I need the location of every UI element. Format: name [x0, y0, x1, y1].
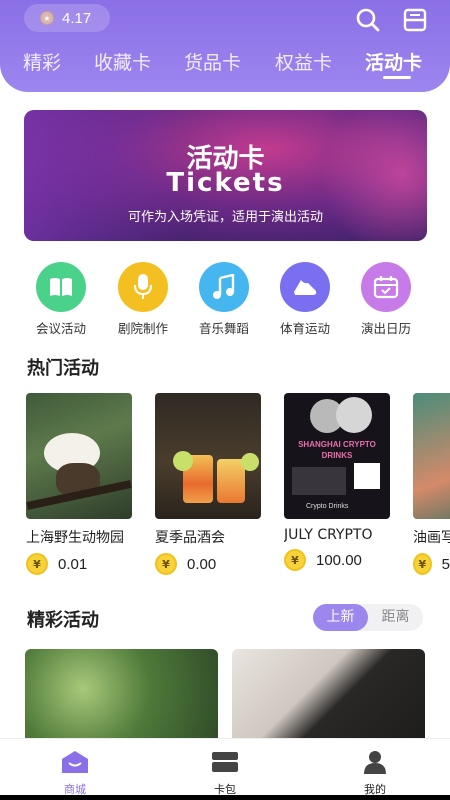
balance-pill[interactable]: ★ 4.17	[24, 4, 110, 32]
category-label: 体育运动	[279, 321, 330, 336]
category-meeting[interactable]: 会议活动	[26, 262, 96, 337]
category-sports[interactable]: 体育运动	[270, 262, 340, 337]
tab-featured[interactable]: 精彩	[23, 48, 61, 75]
star-coin-icon: ★	[40, 11, 54, 25]
sort-toggle: 上新 距离	[313, 604, 423, 631]
category-label: 会议活动	[35, 321, 86, 336]
featured-event-card[interactable]	[232, 649, 425, 749]
category-label: 演出日历	[360, 321, 411, 336]
tab-goods-cards[interactable]: 货品卡	[184, 48, 241, 75]
event-image-zoo	[26, 393, 132, 519]
hot-section-title: 热门活动	[27, 358, 99, 379]
book-icon	[36, 262, 86, 312]
hot-event-card[interactable]: 上海野生动物园 ¥ 0.01	[26, 393, 132, 575]
price-value: 100.00	[316, 551, 362, 569]
banner-subtitle: Tickets	[166, 168, 285, 198]
nav-profile[interactable]: 我的	[335, 739, 415, 797]
profile-icon	[335, 747, 415, 777]
event-name: 油画写	[413, 530, 450, 546]
category-label: 音乐舞蹈	[198, 321, 249, 336]
microphone-icon	[118, 262, 168, 312]
category-label: 剧院制作	[117, 321, 168, 336]
event-name: JULY CRYPTO	[284, 527, 373, 543]
yen-coin-icon: ¥	[284, 549, 306, 571]
event-name: 上海野生动物园	[26, 530, 124, 546]
poster-footer: Crypto Drinks	[306, 503, 349, 510]
event-price: ¥ 0.00	[155, 553, 261, 575]
category-tabs: 精彩 收藏卡 货品卡 权益卡 活动卡	[0, 44, 450, 80]
event-image-painting	[413, 393, 450, 519]
tab-event-cards[interactable]: 活动卡	[365, 48, 422, 75]
sort-distance-option[interactable]: 距离	[368, 604, 423, 631]
tab-benefit-cards[interactable]: 权益卡	[275, 48, 332, 75]
poster-title: SHANGHAI CRYPTO DRINKS	[298, 440, 376, 460]
price-value: 0.01	[58, 555, 88, 573]
top-header: ★ 4.17 精彩 收藏卡 货品卡 权益卡 活动卡	[0, 0, 450, 92]
music-note-icon	[199, 262, 249, 312]
card-wallet-icon	[185, 747, 265, 777]
sneaker-icon	[280, 262, 330, 312]
event-image-wine	[155, 393, 261, 519]
nav-card-wallet[interactable]: 卡包	[185, 739, 265, 797]
price-value: 5	[441, 555, 450, 573]
tab-collectible-cards[interactable]: 收藏卡	[94, 48, 151, 75]
price-value: 0.00	[187, 555, 217, 573]
search-icon[interactable]	[355, 7, 381, 33]
event-image-crypto: SHANGHAI CRYPTO DRINKS Crypto Drinks	[284, 393, 390, 519]
active-tab-indicator	[383, 76, 411, 79]
balance-value: 4.17	[62, 9, 92, 27]
event-card-banner[interactable]: 活动卡 Tickets 可作为入场凭证，适用于演出活动	[24, 110, 427, 241]
sort-newest-option[interactable]: 上新	[313, 604, 368, 631]
event-name: 夏季品酒会	[155, 530, 225, 546]
category-music-dance[interactable]: 音乐舞蹈	[189, 262, 259, 337]
system-bar	[0, 795, 450, 800]
hot-event-card[interactable]: SHANGHAI CRYPTO DRINKS Crypto Drinks JUL…	[284, 393, 390, 571]
calendar-icon	[361, 262, 411, 312]
event-price: ¥ 5	[413, 553, 450, 575]
card-menu-icon[interactable]	[402, 7, 428, 33]
category-theater[interactable]: 剧院制作	[108, 262, 178, 337]
yen-coin-icon: ¥	[155, 553, 177, 575]
yen-coin-icon: ¥	[26, 553, 48, 575]
banner-description: 可作为入场凭证，适用于演出活动	[127, 210, 323, 225]
yen-coin-icon: ¥	[413, 553, 432, 575]
nav-store[interactable]: 商城	[35, 739, 115, 797]
store-icon	[35, 747, 115, 777]
featured-section-title: 精彩活动	[27, 610, 99, 631]
category-calendar[interactable]: 演出日历	[351, 262, 421, 337]
hot-event-card[interactable]: 油画写 ¥ 5	[413, 393, 450, 575]
hot-event-card[interactable]: 夏季品酒会 ¥ 0.00	[155, 393, 261, 575]
bottom-navigation: 商城 卡包 我的	[0, 738, 450, 800]
event-price: ¥ 0.01	[26, 553, 132, 575]
featured-event-card[interactable]	[25, 649, 218, 749]
event-price: ¥ 100.00	[284, 549, 390, 571]
